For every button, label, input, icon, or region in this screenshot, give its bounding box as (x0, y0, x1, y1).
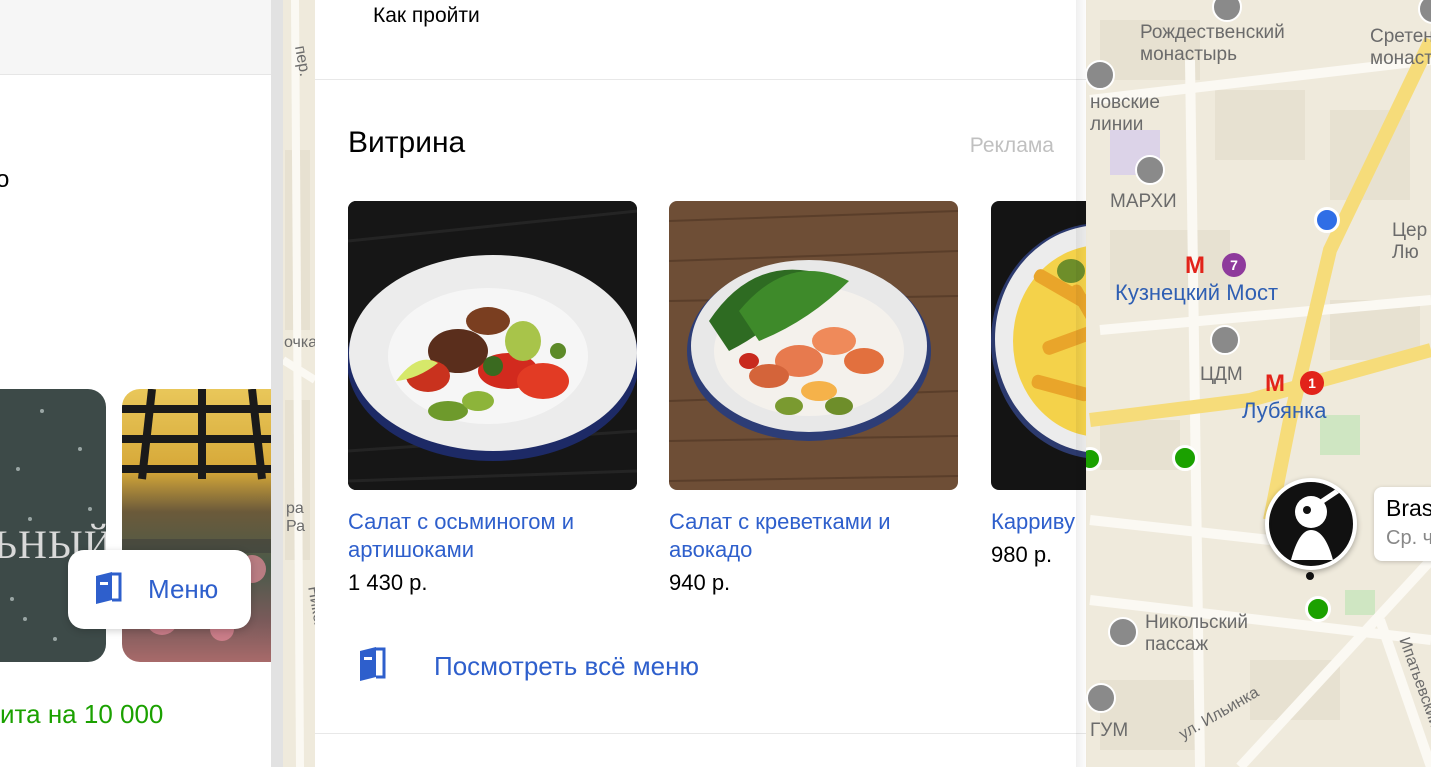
pin-restaurant-subtitle: Ср. ч (1386, 527, 1431, 549)
menu-item-card[interactable]: Карриву 980 р. (991, 201, 1086, 568)
menu-item-title-line1: Карриву (991, 509, 1076, 534)
promo-text: ита на 10 000 (0, 699, 164, 729)
metro-station-kuznetsky-most[interactable]: Кузнецкий Мост (1115, 280, 1278, 306)
menu-button-label: Меню (148, 574, 219, 604)
menu-item-price: 940 р. (669, 570, 731, 595)
map-label-rozhdestvensky: Рождественский монастырь (1140, 22, 1285, 65)
restaurant-pin-icon[interactable] (1265, 478, 1357, 570)
pin-restaurant-name: Bras (1386, 495, 1431, 521)
see-full-menu-label: Посмотреть всё меню (434, 650, 699, 681)
poi-icon[interactable] (1210, 325, 1240, 355)
menu-item-title[interactable]: Салат с креветками и авокадо (669, 508, 958, 564)
menu-item-price: 980 р. (991, 542, 1053, 567)
left-text-fragment: о (0, 166, 10, 193)
menu-item-card[interactable]: Салат с креветками и авокадо 940 р. (669, 201, 958, 596)
menu-button[interactable]: Меню (68, 550, 251, 629)
map-label-novskie: новские линии (1090, 92, 1160, 135)
menu-item-photo[interactable] (669, 201, 958, 490)
section-title: Витрина (348, 126, 466, 159)
panel-shadow (1076, 0, 1088, 767)
menu-item-photo[interactable] (991, 201, 1086, 490)
menu-book-icon (92, 570, 124, 610)
poi-icon[interactable] (1085, 60, 1115, 90)
divider (315, 733, 1086, 734)
metro-icon: М (1185, 252, 1205, 279)
menu-item-price: 1 430 р. (348, 570, 428, 595)
map-label-tserkov: Цер Лю (1392, 220, 1428, 263)
poi-icon[interactable] (1086, 683, 1116, 713)
metro-icon: М (1265, 370, 1285, 397)
ad-label: Реклама (969, 134, 1054, 157)
menu-item-title-line2: авокадо (669, 537, 753, 562)
left-panel: о ЬНЫЙ Меню ита на 10 000 (0, 0, 271, 767)
map-dot-green[interactable] (1305, 596, 1331, 622)
menu-book-icon (356, 645, 388, 687)
map-label-ochka: очка (284, 334, 318, 351)
panel-divider[interactable] (271, 0, 283, 767)
map-label-nikolsky-passazh: Никольский пассаж (1145, 612, 1249, 655)
map-dot-blue[interactable] (1314, 207, 1340, 233)
map-dot-green[interactable] (1172, 445, 1198, 471)
metro-line-1-badge: 1 (1300, 371, 1324, 395)
map-label-cdm: ЦДМ (1200, 364, 1243, 385)
pin-anchor (1306, 572, 1314, 580)
menu-item-photo[interactable] (348, 201, 637, 490)
metro-station-lubyanka[interactable]: Лубянка (1242, 398, 1326, 424)
menu-item-title[interactable]: Салат с осьминогом и артишоками (348, 508, 637, 564)
menu-item-title-line2: артишоками (348, 537, 474, 562)
map-label-sretensky: Сретенскиймонастырь (1370, 26, 1431, 69)
metro-line-7-badge: 7 (1222, 253, 1246, 277)
left-panel-header (0, 0, 271, 75)
map-label-marhi: МАРХИ (1110, 191, 1177, 212)
pin-label-card[interactable]: Bras Ср. ч (1374, 487, 1431, 561)
divider (315, 79, 1086, 80)
menu-item-title-line1: Салат с осьминогом и (348, 509, 575, 534)
map-label-rara: ра Ра (286, 500, 306, 536)
menu-item-title[interactable]: Карриву (991, 508, 1086, 536)
see-full-menu-link[interactable]: Посмотреть всё меню (348, 645, 699, 687)
how-to-get-link[interactable]: Как пройти (373, 4, 480, 28)
menu-item-title-line1: Салат с креветками и (669, 509, 891, 534)
org-card-panel: Как пройти Витрина Реклама Салат с осьми… (315, 0, 1086, 767)
menu-item-card[interactable]: Салат с осьминогом и артишоками 1 430 р. (348, 201, 637, 596)
poi-icon[interactable] (1135, 155, 1165, 185)
map-label-gum: ГУМ (1090, 720, 1129, 741)
poi-icon[interactable] (1108, 617, 1138, 647)
